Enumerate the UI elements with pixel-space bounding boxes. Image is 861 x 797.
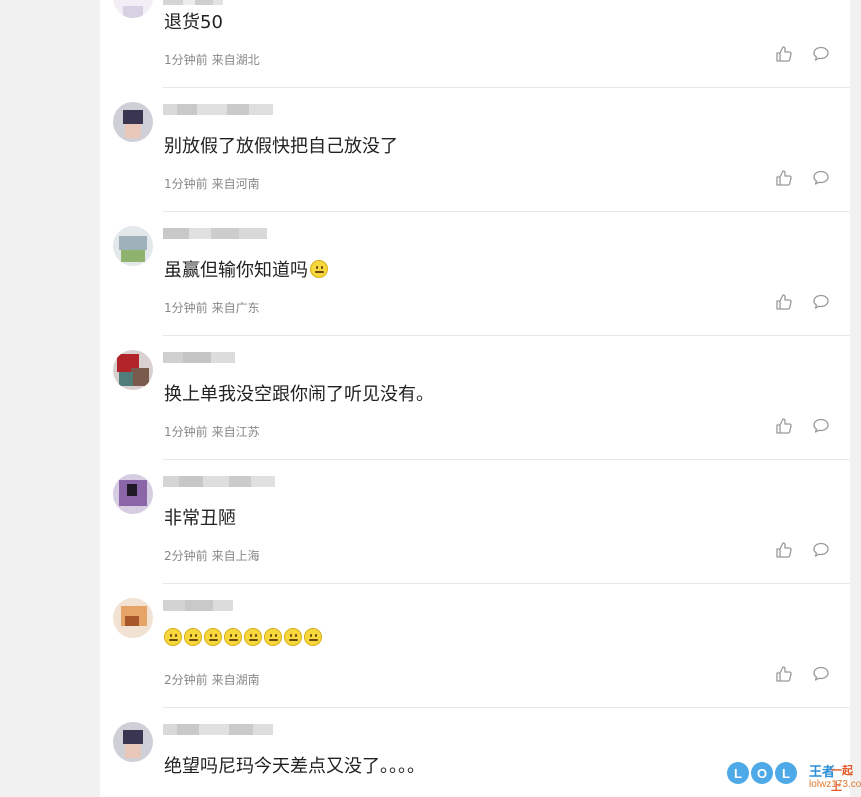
comment-text: 绝望吗尼玛今天差点又没了。。。。 [164, 756, 425, 777]
comment-bubble-icon [813, 46, 829, 61]
like-button[interactable] [774, 44, 794, 64]
comment-bubble-icon [813, 294, 829, 309]
avatar[interactable] [113, 350, 153, 390]
comment-bubble-icon [813, 418, 829, 433]
comment-item: 退货50 1分钟前 来自湖北 [100, 0, 850, 88]
smiley-emoji-icon [204, 628, 222, 646]
comment-meta: 1分钟前 来自江苏 [164, 423, 260, 440]
comment-time: 1分钟前 [164, 53, 208, 67]
comment-text [164, 628, 322, 646]
avatar[interactable] [113, 598, 153, 638]
smiley-emoji-icon [310, 260, 328, 278]
comment-text: 换上单我没空跟你闹了听见没有。 [164, 384, 434, 405]
avatar[interactable] [113, 0, 153, 18]
comment-meta: 2分钟前 来自上海 [164, 547, 260, 564]
smiley-emoji-icon [224, 628, 242, 646]
thumbs-up-icon [776, 418, 792, 434]
comment-location: 来自河南 [211, 177, 260, 191]
comment-text: 虽赢但输你知道吗 [164, 256, 328, 282]
smiley-emoji-icon [304, 628, 322, 646]
reply-button[interactable] [811, 540, 831, 560]
avatar[interactable] [113, 102, 153, 142]
comment-time: 2分钟前 [164, 673, 208, 687]
like-button[interactable] [774, 664, 794, 684]
comment-text: 别放假了放假快把自己放没了 [164, 136, 398, 157]
like-button[interactable] [774, 540, 794, 560]
comment-item: 别放假了放假快把自己放没了 1分钟前 来自河南 [100, 88, 850, 212]
comment-meta: 2分钟前 来自湖南 [164, 671, 260, 688]
reply-button[interactable] [811, 168, 831, 188]
smiley-emoji-icon [264, 628, 282, 646]
comment-bubble-icon [813, 542, 829, 557]
username[interactable] [163, 0, 223, 8]
username[interactable] [163, 104, 273, 118]
thumbs-up-icon [776, 46, 792, 62]
site-watermark: L O L 王者 一起上 lolwz173.com [727, 759, 861, 793]
username[interactable] [163, 724, 273, 738]
comment-meta: 1分钟前 来自广东 [164, 299, 260, 316]
comment-time: 2分钟前 [164, 549, 208, 563]
reply-button[interactable] [811, 416, 831, 436]
reply-button[interactable] [811, 44, 831, 64]
avatar[interactable] [113, 226, 153, 266]
comment-list: 退货50 1分钟前来自湖北 别放假了放假快把自己放没了 1分钟前来自河南 虽 [100, 0, 850, 797]
reply-button[interactable] [811, 292, 831, 312]
watermark-letter: L [727, 762, 749, 784]
comment-meta: 1分钟前 来自湖北 [164, 51, 260, 68]
watermark-letter: O [751, 762, 773, 784]
comment-item: 换上单我没空跟你闹了听见没有。 1分钟前 来自江苏 [100, 336, 850, 460]
comment-bubble-icon [813, 666, 829, 681]
username[interactable] [163, 476, 275, 490]
comment-text: 非常丑陋 [164, 508, 236, 529]
username[interactable] [163, 228, 267, 242]
comment-location: 来自江苏 [211, 425, 260, 439]
like-button[interactable] [774, 416, 794, 436]
comment-meta: 1分钟前 来自河南 [164, 175, 260, 192]
comment-location: 来自上海 [211, 549, 260, 563]
thumbs-up-icon [776, 542, 792, 558]
comment-time: 1分钟前 [164, 301, 208, 315]
avatar[interactable] [113, 474, 153, 514]
smiley-emoji-icon [164, 628, 182, 646]
comment-location: 来自湖南 [211, 673, 260, 687]
username[interactable] [163, 352, 235, 366]
smiley-emoji-icon [184, 628, 202, 646]
thumbs-up-icon [776, 294, 792, 310]
smiley-emoji-icon [244, 628, 262, 646]
like-button[interactable] [774, 292, 794, 312]
thumbs-up-icon [776, 170, 792, 186]
comment-item: 非常丑陋 2分钟前 来自上海 [100, 460, 850, 584]
comment-text: 退货50 [164, 12, 223, 33]
comment-time: 1分钟前 [164, 425, 208, 439]
comment-bubble-icon [813, 170, 829, 185]
avatar[interactable] [113, 722, 153, 762]
comment-item: 虽赢但输你知道吗 1分钟前 来自广东 [100, 212, 850, 336]
username[interactable] [163, 600, 233, 614]
comment-time: 1分钟前 [164, 177, 208, 191]
watermark-letter: L [775, 762, 797, 784]
comment-location: 来自湖北 [211, 53, 260, 67]
smiley-emoji-icon [284, 628, 302, 646]
thumbs-up-icon [776, 666, 792, 682]
comment-item: 2分钟前 来自湖南 [100, 584, 850, 708]
comment-location: 来自广东 [211, 301, 260, 315]
reply-button[interactable] [811, 664, 831, 684]
watermark-url: lolwz173.com [809, 779, 861, 790]
like-button[interactable] [774, 168, 794, 188]
